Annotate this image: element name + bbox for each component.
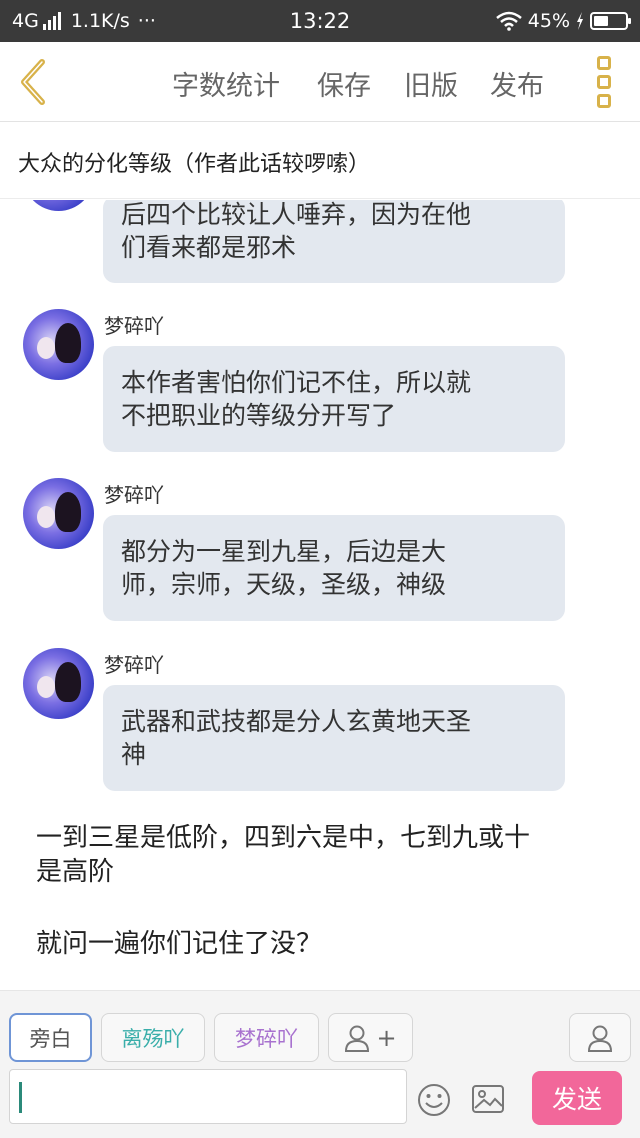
speaker-name: 梦碎吖	[104, 314, 164, 338]
avatar	[23, 309, 94, 380]
avatar	[23, 478, 94, 549]
user-icon	[345, 1025, 370, 1052]
speaker-name: 梦碎吖	[104, 483, 164, 507]
more-menu-button[interactable]	[595, 56, 613, 108]
narration-paragraph[interactable]: 就问一遍你们记住了没？	[36, 927, 606, 961]
narration-paragraph[interactable]: 一到三星是低阶，四到六是中，七到九或十 是高阶	[36, 821, 606, 889]
avatar	[23, 648, 94, 719]
charging-icon	[577, 12, 583, 30]
battery-icon	[590, 12, 631, 30]
role-manager-button[interactable]	[569, 1013, 631, 1062]
send-button[interactable]: 发送	[532, 1071, 622, 1125]
narration-line: 就问一遍你们记住了没？	[36, 929, 323, 959]
chevron-left-icon	[21, 59, 45, 105]
back-button[interactable]	[14, 56, 54, 108]
message-bubble[interactable]: 都分为一星到九星，后边是大 师，宗师，天级，圣级，神级	[103, 515, 565, 621]
image-icon	[472, 1085, 504, 1113]
old-version-button[interactable]: 旧版	[404, 64, 458, 103]
role-chip-label: 梦碎吖	[235, 1026, 298, 1051]
message-line: 武器和武技都是分人玄黄地天圣	[121, 707, 472, 736]
image-button[interactable]	[471, 1083, 505, 1115]
role-chip-label: 旁白	[29, 1026, 72, 1051]
battery-percent: 45%	[527, 10, 570, 32]
message-line: 们看来都是邪术	[121, 233, 297, 262]
story-content[interactable]: 后四个比较让人唾弃，因为在他 们看来都是邪术 梦碎吖 本作者害怕你们记不住，所以…	[0, 200, 640, 990]
smiley-icon	[418, 1084, 450, 1116]
editor-toolbar: 字数统计 保存 旧版 发布	[0, 42, 640, 122]
message-input[interactable]	[9, 1069, 407, 1124]
text-caret	[19, 1082, 22, 1113]
narration-line: 一到三星是低阶，四到六是中，七到九或十	[36, 823, 531, 853]
message-line: 本作者害怕你们记不住，所以就	[121, 368, 472, 397]
emoji-button[interactable]	[417, 1083, 451, 1117]
composer-panel: 旁白 离殇吖 梦碎吖 + 发送	[0, 990, 640, 1138]
role-chip-narrator[interactable]: 旁白	[9, 1013, 92, 1062]
role-chip-label: 离殇吖	[121, 1026, 185, 1051]
message-line: 师，宗师，天级，圣级，神级	[121, 570, 447, 599]
user-icon	[587, 1025, 613, 1052]
chapter-title: 大众的分化等级（作者此话较啰嗦）	[18, 152, 371, 177]
wifi-icon	[495, 11, 522, 31]
save-button[interactable]: 保存	[317, 64, 371, 103]
message-bubble[interactable]: 本作者害怕你们记不住，所以就 不把职业的等级分开写了	[103, 346, 565, 452]
message-bubble[interactable]: 武器和武技都是分人玄黄地天圣 神	[103, 685, 565, 791]
message-bubble[interactable]: 后四个比较让人唾弃，因为在他 们看来都是邪术	[103, 200, 565, 283]
message-line: 都分为一星到九星，后边是大	[121, 537, 447, 566]
message-line: 神	[121, 740, 147, 769]
narration-line: 是高阶	[36, 857, 115, 887]
publish-button[interactable]: 发布	[490, 64, 544, 103]
role-chip-mengsui[interactable]: 梦碎吖	[214, 1013, 319, 1062]
avatar	[23, 200, 94, 211]
word-count-button[interactable]: 字数统计	[172, 64, 280, 103]
message-line: 不把职业的等级分开写了	[121, 401, 397, 430]
message-line: 后四个比较让人唾弃，因为在他	[121, 200, 472, 229]
add-role-button[interactable]: +	[328, 1013, 413, 1062]
role-chip-lishang[interactable]: 离殇吖	[101, 1013, 205, 1062]
speaker-name: 梦碎吖	[104, 653, 164, 677]
chapter-title-bar[interactable]: 大众的分化等级（作者此话较啰嗦）	[0, 123, 640, 199]
status-bar: 4G 1.1K/s ··· 13:22 45%	[0, 0, 640, 42]
plus-icon: +	[376, 1023, 397, 1052]
more-vertical-icon	[595, 56, 613, 108]
